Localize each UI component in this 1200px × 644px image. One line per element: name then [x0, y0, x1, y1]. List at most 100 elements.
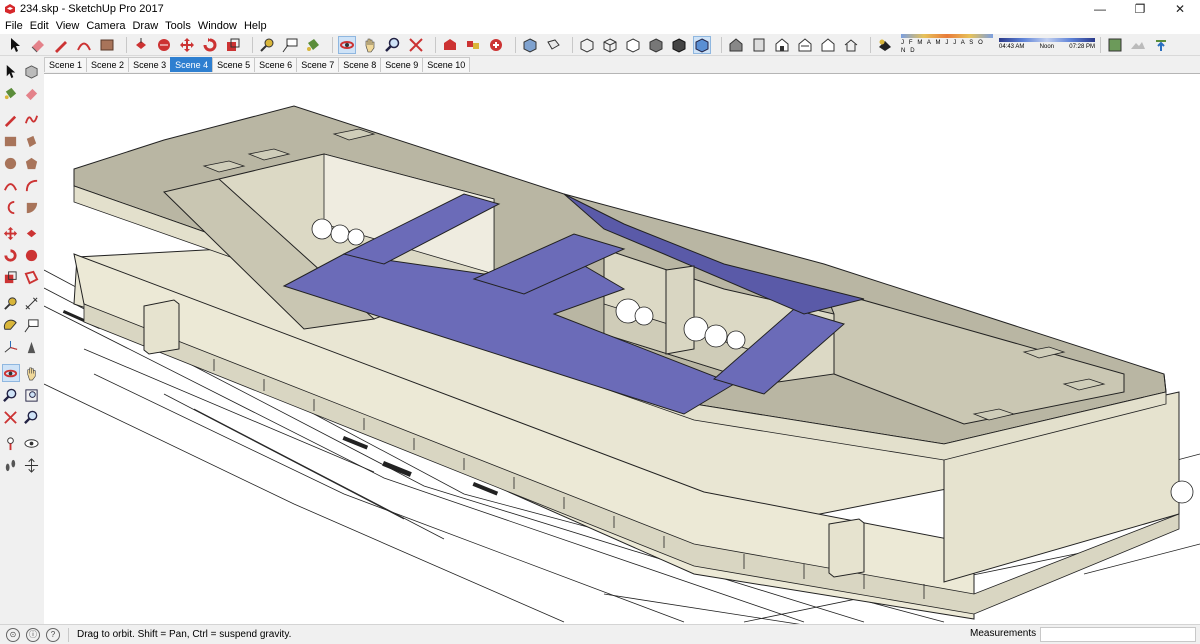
text-tool-button[interactable]	[281, 36, 299, 54]
freehand-tool[interactable]	[23, 110, 41, 128]
paint-bucket-tool[interactable]	[2, 84, 20, 102]
top-view-button[interactable]	[544, 36, 562, 54]
xray-style-button[interactable]	[578, 36, 596, 54]
protractor-tool[interactable]	[2, 316, 20, 334]
iso-camera-button[interactable]	[727, 36, 745, 54]
extension-warehouse-button[interactable]	[487, 36, 505, 54]
3d-warehouse-button[interactable]	[441, 36, 459, 54]
tape-measure-tool[interactable]	[2, 294, 20, 312]
scene-tab[interactable]: Scene 7	[296, 57, 340, 72]
menu-view[interactable]: View	[53, 20, 83, 32]
zoom-extents-button[interactable]	[407, 36, 425, 54]
rectangle-tool[interactable]	[2, 132, 20, 150]
menu-help[interactable]: Help	[241, 20, 270, 32]
zoom-tool[interactable]	[2, 386, 20, 404]
rotate-tool[interactable]	[2, 246, 20, 264]
scene-tab-active[interactable]: Scene 4	[170, 57, 214, 72]
zoom-button[interactable]	[384, 36, 402, 54]
pie-tool[interactable]	[23, 198, 41, 216]
menu-edit[interactable]: Edit	[27, 20, 52, 32]
move-tool[interactable]	[2, 224, 20, 242]
scene-tab[interactable]: Scene 1	[44, 57, 88, 72]
hidden-line-style-button[interactable]	[624, 36, 642, 54]
wireframe-style-button[interactable]	[601, 36, 619, 54]
scene-tab[interactable]: Scene 5	[212, 57, 256, 72]
time-slider[interactable]: 04:43 AM Noon 07:28 PM	[999, 38, 1095, 51]
position-camera-tool[interactable]	[2, 434, 20, 452]
offset-tool[interactable]	[23, 268, 41, 286]
scene-tab[interactable]: Scene 8	[338, 57, 382, 72]
walk-tool[interactable]	[2, 456, 20, 474]
previous-view-tool[interactable]	[23, 408, 41, 426]
paint-bucket-button[interactable]	[304, 36, 322, 54]
line-tool-button[interactable]	[52, 36, 70, 54]
tape-measure-button[interactable]	[258, 36, 276, 54]
move-tool-button[interactable]	[178, 36, 196, 54]
select-tool[interactable]	[2, 62, 20, 80]
arc-tool[interactable]	[2, 176, 20, 194]
axes-tool[interactable]	[2, 338, 20, 356]
text-tool[interactable]	[23, 316, 41, 334]
follow-me-tool[interactable]	[23, 246, 41, 264]
rotate-tool-button[interactable]	[201, 36, 219, 54]
pan-button[interactable]	[361, 36, 379, 54]
menu-window[interactable]: Window	[195, 20, 240, 32]
model-viewport[interactable]	[44, 73, 1200, 624]
geo-location-icon[interactable]: ⊙	[6, 627, 20, 642]
3d-text-tool[interactable]	[23, 338, 41, 356]
orbit-tool[interactable]	[2, 364, 20, 382]
date-slider[interactable]: J F M A M J J A S O N D	[901, 34, 993, 55]
menu-camera[interactable]: Camera	[83, 20, 128, 32]
back-view-button[interactable]	[796, 36, 814, 54]
help-icon[interactable]: ?	[46, 627, 60, 642]
scene-tab[interactable]: Scene 10	[422, 57, 471, 72]
circle-tool[interactable]	[2, 154, 20, 172]
make-component-tool[interactable]	[23, 62, 41, 80]
monochrome-style-button[interactable]	[693, 35, 711, 54]
select-tool-button[interactable]	[6, 36, 24, 54]
orbit-button[interactable]	[338, 35, 356, 54]
push-pull-button[interactable]	[132, 36, 150, 54]
follow-me-button[interactable]	[155, 36, 173, 54]
scene-tab[interactable]: Scene 9	[380, 57, 424, 72]
push-pull-tool[interactable]	[23, 224, 41, 242]
arc-tool-button[interactable]	[75, 36, 93, 54]
maximize-button[interactable]: ❐	[1120, 0, 1160, 18]
eraser-tool[interactable]	[23, 84, 41, 102]
eraser-tool-button[interactable]	[29, 36, 47, 54]
photo-textures-button[interactable]	[1152, 36, 1170, 54]
zoom-window-tool[interactable]	[23, 386, 41, 404]
right-view-button[interactable]	[773, 36, 791, 54]
credits-icon[interactable]: ⓘ	[26, 627, 40, 642]
add-location-button[interactable]	[1106, 36, 1124, 54]
rectangle-tool-button[interactable]	[98, 36, 116, 54]
components-button[interactable]	[464, 36, 482, 54]
rotated-rectangle-tool[interactable]	[23, 132, 41, 150]
scale-tool[interactable]	[2, 268, 20, 286]
textured-style-button[interactable]	[670, 36, 688, 54]
shaded-style-button[interactable]	[647, 36, 665, 54]
scale-tool-button[interactable]	[224, 36, 242, 54]
scene-tab[interactable]: Scene 3	[128, 57, 172, 72]
pan-tool[interactable]	[23, 364, 40, 382]
measurements-input[interactable]	[1040, 627, 1196, 642]
zoom-extents-tool[interactable]	[2, 408, 20, 426]
toggle-terrain-button[interactable]	[1129, 36, 1147, 54]
menu-tools[interactable]: Tools	[162, 20, 194, 32]
menu-draw[interactable]: Draw	[129, 20, 161, 32]
look-around-tool[interactable]	[23, 434, 41, 452]
shadows-toggle-button[interactable]	[876, 36, 894, 54]
menu-file[interactable]: File	[2, 20, 26, 32]
bottom-view-button[interactable]	[842, 36, 860, 54]
polygon-tool[interactable]	[23, 154, 41, 172]
scene-tab[interactable]: Scene 2	[86, 57, 130, 72]
dimension-tool[interactable]	[23, 294, 41, 312]
close-button[interactable]: ✕	[1160, 0, 1200, 18]
two-point-arc-tool[interactable]	[23, 176, 41, 194]
section-plane-tool[interactable]	[23, 456, 41, 474]
iso-view-button[interactable]	[521, 36, 539, 54]
minimize-button[interactable]: —	[1080, 0, 1120, 18]
front-view-button[interactable]	[750, 36, 768, 54]
three-point-arc-tool[interactable]	[2, 198, 20, 216]
left-view-button[interactable]	[819, 36, 837, 54]
